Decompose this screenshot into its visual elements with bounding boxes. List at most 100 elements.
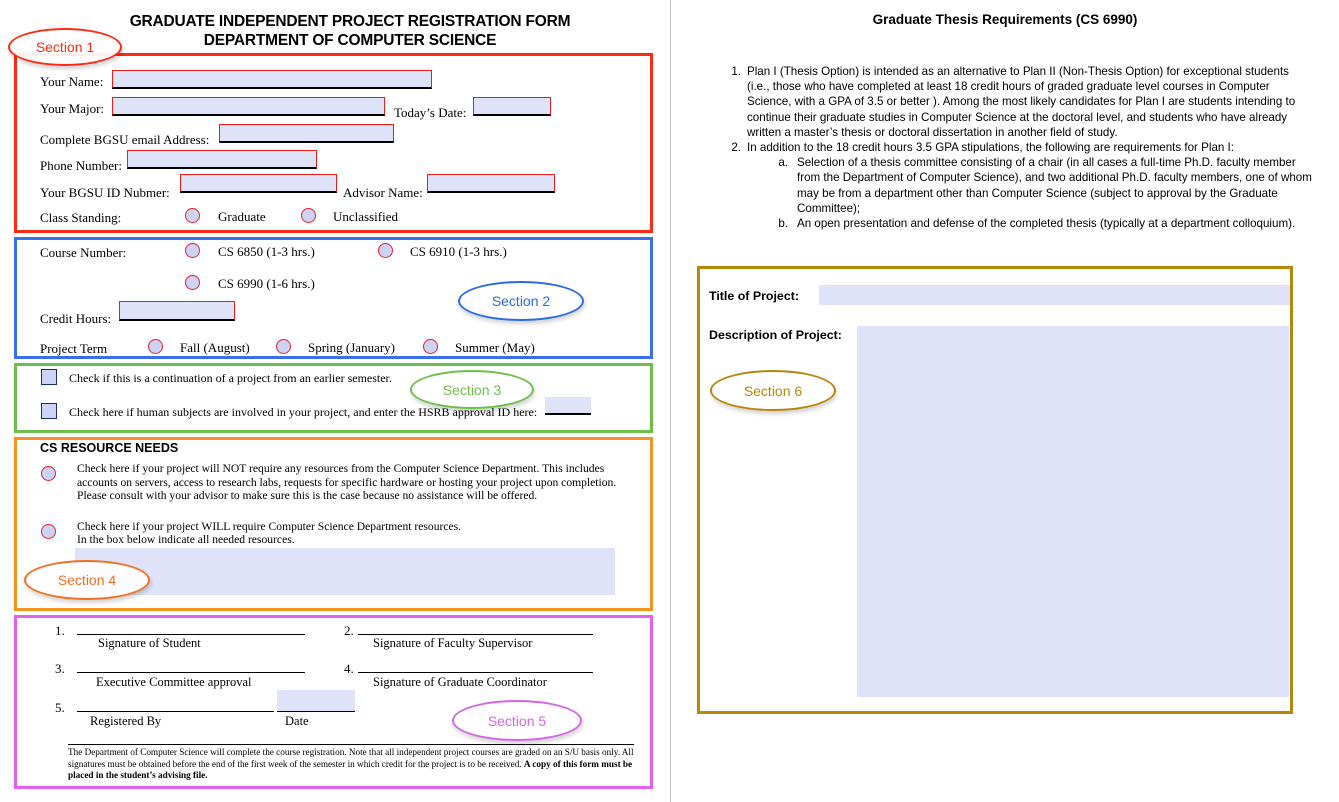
section-5-tag-label: Section 5 bbox=[487, 712, 547, 729]
class-standing-option-graduate: Graduate bbox=[218, 209, 266, 224]
signature-line-1[interactable] bbox=[77, 634, 305, 635]
continuation-label: Check if this is a continuation of a pro… bbox=[69, 371, 392, 385]
course-option-cs6910: CS 6910 (1-3 hrs.) bbox=[410, 244, 507, 259]
will-require-resources-label-line-1: Check here if your project WILL require … bbox=[77, 520, 462, 533]
section-2-tag: Section 2 bbox=[458, 281, 584, 321]
radio-course-cs6910[interactable] bbox=[378, 243, 393, 258]
thesis-requirements-title: Graduate Thesis Requirements (CS 6990) bbox=[872, 12, 1138, 27]
description-of-project-textarea[interactable] bbox=[857, 326, 1289, 697]
signature-caption-4: Signature of Graduate Coordinator bbox=[373, 675, 547, 689]
registered-date-caption: Date bbox=[285, 714, 309, 728]
signature-number-2: 2. bbox=[344, 623, 354, 638]
requirement-item-2: 2. In addition to the 18 credit hours 3.… bbox=[724, 140, 1314, 231]
phone-number-input[interactable] bbox=[127, 150, 317, 169]
signature-caption-1: Signature of Student bbox=[98, 636, 201, 650]
bgsu-email-label: Complete BGSU email Address: bbox=[40, 132, 210, 147]
title-of-project-input[interactable] bbox=[819, 285, 1290, 305]
disclaimer-divider bbox=[68, 744, 634, 745]
no-resources-label: Check here if your project will NOT requ… bbox=[77, 462, 617, 503]
course-option-cs6990: CS 6990 (1-6 hrs.) bbox=[218, 276, 315, 291]
requirement-2b-marker: b. bbox=[778, 217, 788, 231]
cs-resource-needs-heading: CS RESOURCE NEEDS bbox=[40, 441, 179, 455]
term-option-fall: Fall (August) bbox=[180, 340, 250, 355]
section-1-tag-label: Section 1 bbox=[35, 39, 95, 55]
phone-number-label: Phone Number: bbox=[40, 158, 122, 173]
course-option-cs6850: CS 6850 (1-3 hrs.) bbox=[218, 244, 315, 259]
your-name-input[interactable] bbox=[112, 70, 432, 89]
registered-date-input[interactable] bbox=[277, 690, 355, 711]
radio-will-require-resources[interactable] bbox=[41, 524, 56, 539]
hsrb-approval-id-input[interactable] bbox=[545, 397, 591, 415]
requirement-1-text: Plan I (Thesis Option) is intended as an… bbox=[747, 65, 1296, 139]
requirement-item-2b: b. An open presentation and defense of t… bbox=[771, 216, 1314, 231]
radio-course-cs6990[interactable] bbox=[185, 275, 200, 290]
section-1-tag: Section 1 bbox=[8, 28, 122, 66]
will-require-resources-label-line-2: In the box below indicate all needed res… bbox=[77, 533, 295, 546]
section-2-tag-label: Section 2 bbox=[491, 293, 551, 309]
requirement-2a-marker: a. bbox=[778, 156, 788, 170]
todays-date-input[interactable] bbox=[473, 97, 551, 116]
requirement-2-marker: 2. bbox=[731, 141, 741, 155]
signature-line-5[interactable] bbox=[77, 711, 274, 712]
signature-caption-5: Registered By bbox=[90, 714, 162, 728]
signature-number-5: 5. bbox=[55, 700, 65, 715]
registered-date-line bbox=[277, 711, 355, 712]
requirement-2b-text: An open presentation and defense of the … bbox=[797, 217, 1296, 231]
section-6-tag: Section 6 bbox=[710, 370, 836, 411]
radio-class-standing-graduate[interactable] bbox=[185, 208, 200, 223]
signature-caption-3: Executive Committee approval bbox=[96, 675, 252, 689]
signature-number-4: 4. bbox=[344, 661, 354, 676]
radio-no-resources[interactable] bbox=[41, 466, 56, 481]
needed-resources-textarea[interactable] bbox=[75, 548, 615, 595]
your-major-label: Your Major: bbox=[40, 101, 105, 116]
checkbox-continuation[interactable] bbox=[41, 369, 57, 385]
class-standing-option-unclassified: Unclassified bbox=[333, 209, 398, 224]
bgsu-email-input[interactable] bbox=[219, 124, 394, 143]
todays-date-label: Today’s Date: bbox=[394, 105, 467, 120]
advisor-name-label: Advisor Name: bbox=[343, 185, 423, 200]
registration-form-page: GRADUATE INDEPENDENT PROJECT REGISTRATIO… bbox=[0, 0, 670, 802]
section-6-tag-label: Section 6 bbox=[743, 382, 803, 399]
bgsu-id-input[interactable] bbox=[180, 174, 337, 193]
radio-term-spring[interactable] bbox=[276, 339, 291, 354]
term-option-summer: Summer (May) bbox=[455, 340, 535, 355]
checkbox-human-subjects[interactable] bbox=[41, 403, 57, 419]
signature-number-3: 3. bbox=[55, 661, 65, 676]
requirement-item-1: 1. Plan I (Thesis Option) is intended as… bbox=[724, 64, 1314, 140]
signature-line-3[interactable] bbox=[77, 672, 305, 673]
section-4-tag-label: Section 4 bbox=[57, 572, 117, 588]
credit-hours-input[interactable] bbox=[119, 301, 235, 321]
class-standing-label: Class Standing: bbox=[40, 210, 122, 225]
project-term-label: Project Term bbox=[40, 341, 108, 356]
section-3-tag-label: Section 3 bbox=[442, 381, 502, 398]
form-title-line-1: GRADUATE INDEPENDENT PROJECT REGISTRATIO… bbox=[129, 13, 571, 30]
section-4-tag: Section 4 bbox=[24, 560, 150, 600]
disclaimer-text: The Department of Computer Science will … bbox=[68, 747, 636, 782]
advisor-name-input[interactable] bbox=[427, 174, 555, 193]
requirement-1-marker: 1. bbox=[731, 65, 741, 78]
signature-line-2[interactable] bbox=[358, 634, 593, 635]
your-major-input[interactable] bbox=[112, 97, 385, 116]
requirement-2a-text: Selection of a thesis committee consisti… bbox=[797, 156, 1312, 215]
bgsu-id-label: Your BGSU ID Nubmer: bbox=[40, 185, 170, 200]
signature-number-1: 1. bbox=[55, 623, 65, 638]
signature-caption-2: Signature of Faculty Supervisor bbox=[373, 636, 533, 650]
form-title-line-2: DEPARTMENT OF COMPUTER SCIENCE bbox=[203, 32, 497, 49]
signature-line-4[interactable] bbox=[358, 672, 593, 673]
radio-course-cs6850[interactable] bbox=[185, 243, 200, 258]
requirement-item-2a: a. Selection of a thesis committee consi… bbox=[771, 155, 1314, 216]
radio-term-fall[interactable] bbox=[148, 339, 163, 354]
requirement-2-text: In addition to the 18 credit hours 3.5 G… bbox=[747, 141, 1234, 155]
section-3-tag: Section 3 bbox=[410, 370, 534, 409]
thesis-requirements-list: 1. Plan I (Thesis Option) is intended as… bbox=[724, 64, 1314, 231]
description-of-project-label: Description of Project: bbox=[709, 328, 842, 342]
credit-hours-label: Credit Hours: bbox=[40, 311, 112, 326]
course-number-label: Course Number: bbox=[40, 245, 127, 260]
term-option-spring: Spring (January) bbox=[308, 340, 396, 355]
your-name-label: Your Name: bbox=[40, 74, 104, 89]
radio-term-summer[interactable] bbox=[423, 339, 438, 354]
title-of-project-label: Title of Project: bbox=[709, 289, 799, 303]
section-5-tag: Section 5 bbox=[452, 700, 582, 741]
page-title: GRADUATE INDEPENDENT PROJECT REGISTRATIO… bbox=[60, 12, 640, 50]
radio-class-standing-unclassified[interactable] bbox=[301, 208, 316, 223]
